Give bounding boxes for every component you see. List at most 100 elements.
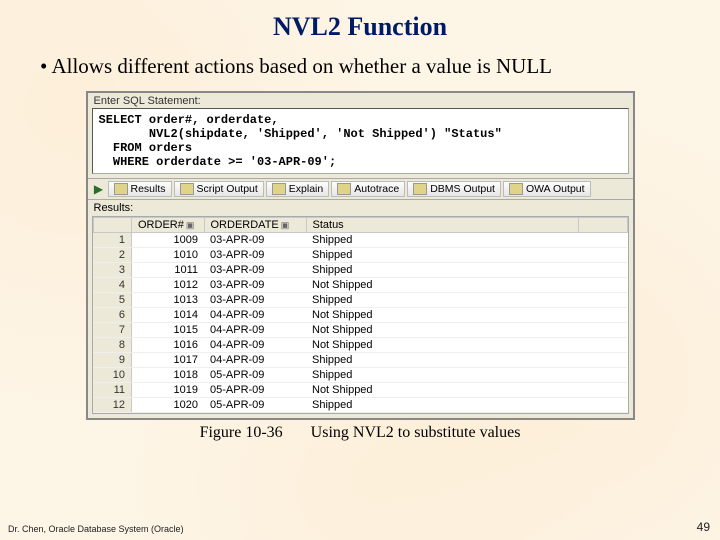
sql-l4: orderdate >= '03-APR-09'; — [149, 155, 336, 169]
kw-where: WHERE — [99, 155, 149, 169]
cell-status: Shipped — [306, 233, 578, 248]
cell-status: Shipped — [306, 353, 578, 368]
cell-status: Not Shipped — [306, 323, 578, 338]
rownum: 12 — [93, 398, 132, 413]
table-row[interactable]: 7101504-APR-09Not Shipped — [93, 323, 627, 338]
rownum: 5 — [93, 293, 132, 308]
cell-order: 1019 — [132, 383, 205, 398]
rownum: 11 — [93, 383, 132, 398]
tab-results-label: Results — [131, 183, 166, 195]
sql-developer-window: Enter SQL Statement: SELECT order#, orde… — [86, 91, 635, 420]
cell-date: 05-APR-09 — [204, 398, 306, 413]
col-orderdate[interactable]: ORDERDATE▣ — [204, 218, 306, 233]
cell-order: 1012 — [132, 278, 205, 293]
run-icon[interactable]: ▶ — [92, 182, 106, 196]
owa-icon — [509, 183, 523, 195]
table-row[interactable]: 11101905-APR-09Not Shipped — [93, 383, 627, 398]
results-label: Results: — [88, 200, 633, 216]
script-icon — [180, 183, 194, 195]
cell-order: 1013 — [132, 293, 205, 308]
cell-date: 04-APR-09 — [204, 323, 306, 338]
cell-order: 1010 — [132, 248, 205, 263]
tab-results[interactable]: Results — [108, 181, 172, 197]
figure-number: Figure 10-36 — [200, 424, 307, 442]
table-row[interactable]: 4101203-APR-09Not Shipped — [93, 278, 627, 293]
results-body: 1100903-APR-09Shipped 2101003-APR-09Ship… — [93, 233, 627, 413]
explain-icon — [272, 183, 286, 195]
cell-status: Not Shipped — [306, 338, 578, 353]
cell-date: 04-APR-09 — [204, 308, 306, 323]
cell-order: 1014 — [132, 308, 205, 323]
col-order[interactable]: ORDER#▣ — [132, 218, 205, 233]
results-grid: ORDER#▣ ORDERDATE▣ Status 1100903-APR-09… — [92, 216, 629, 414]
results-toolbar: ▶ Results Script Output Explain Autotrac… — [88, 178, 633, 200]
cell-status: Shipped — [306, 248, 578, 263]
kw-select: SELECT — [99, 113, 142, 127]
table-row[interactable]: 5101303-APR-09Shipped — [93, 293, 627, 308]
tab-dbms-output[interactable]: DBMS Output — [407, 181, 501, 197]
rownum: 8 — [93, 338, 132, 353]
cell-order: 1016 — [132, 338, 205, 353]
cell-status: Not Shipped — [306, 308, 578, 323]
cell-order: 1011 — [132, 263, 205, 278]
tab-owa-output[interactable]: OWA Output — [503, 181, 591, 197]
cell-date: 03-APR-09 — [204, 248, 306, 263]
cell-order: 1020 — [132, 398, 205, 413]
rownum: 4 — [93, 278, 132, 293]
cell-order: 1018 — [132, 368, 205, 383]
table-row[interactable]: 1100903-APR-09Shipped — [93, 233, 627, 248]
tab-autotrace-label: Autotrace — [354, 183, 399, 195]
figure-desc: Using NVL2 to substitute values — [311, 424, 521, 441]
page-title: NVL2 Function — [0, 0, 720, 42]
rownum: 1 — [93, 233, 132, 248]
sql-panel-label: Enter SQL Statement: — [88, 93, 633, 108]
cell-status: Not Shipped — [306, 278, 578, 293]
cell-date: 05-APR-09 — [204, 383, 306, 398]
tab-explain[interactable]: Explain — [266, 181, 329, 197]
table-row[interactable]: 12102005-APR-09Shipped — [93, 398, 627, 413]
cell-date: 05-APR-09 — [204, 368, 306, 383]
col-spacer — [578, 218, 627, 233]
rownum: 10 — [93, 368, 132, 383]
tab-owa-label: OWA Output — [526, 183, 585, 195]
rownum: 2 — [93, 248, 132, 263]
cell-status: Shipped — [306, 398, 578, 413]
col-orderdate-label: ORDERDATE — [211, 219, 279, 231]
table-row[interactable]: 8101604-APR-09Not Shipped — [93, 338, 627, 353]
dbms-icon — [413, 183, 427, 195]
col-status-label: Status — [313, 219, 344, 231]
table-row[interactable]: 2101003-APR-09Shipped — [93, 248, 627, 263]
cell-order: 1015 — [132, 323, 205, 338]
kw-from: FROM — [99, 141, 142, 155]
sql-l3: orders — [142, 141, 192, 155]
header-row: ORDER#▣ ORDERDATE▣ Status — [93, 218, 627, 233]
table-row[interactable]: 3101103-APR-09Shipped — [93, 263, 627, 278]
cell-date: 03-APR-09 — [204, 293, 306, 308]
cell-date: 04-APR-09 — [204, 338, 306, 353]
figure-caption: Figure 10-36 Using NVL2 to substitute va… — [0, 420, 720, 442]
sql-l1: order#, orderdate, — [142, 113, 279, 127]
tab-script-output[interactable]: Script Output — [174, 181, 264, 197]
page-number: 49 — [697, 520, 710, 534]
sort-icon: ▣ — [184, 220, 195, 230]
rownum-header — [93, 218, 132, 233]
cell-status: Shipped — [306, 263, 578, 278]
sql-editor[interactable]: SELECT order#, orderdate, NVL2(shipdate,… — [92, 108, 629, 174]
table-row[interactable]: 10101805-APR-09Shipped — [93, 368, 627, 383]
table-row[interactable]: 6101404-APR-09Not Shipped — [93, 308, 627, 323]
cell-status: Shipped — [306, 368, 578, 383]
table-row[interactable]: 9101704-APR-09Shipped — [93, 353, 627, 368]
bullet-text: • Allows different actions based on whet… — [0, 42, 720, 87]
col-status[interactable]: Status — [306, 218, 578, 233]
cell-date: 03-APR-09 — [204, 278, 306, 293]
cell-order: 1017 — [132, 353, 205, 368]
cell-date: 04-APR-09 — [204, 353, 306, 368]
tab-script-label: Script Output — [197, 183, 258, 195]
rownum: 6 — [93, 308, 132, 323]
tab-dbms-label: DBMS Output — [430, 183, 495, 195]
cell-order: 1009 — [132, 233, 205, 248]
tab-explain-label: Explain — [289, 183, 323, 195]
tab-autotrace[interactable]: Autotrace — [331, 181, 405, 197]
cell-date: 03-APR-09 — [204, 263, 306, 278]
autotrace-icon — [337, 183, 351, 195]
